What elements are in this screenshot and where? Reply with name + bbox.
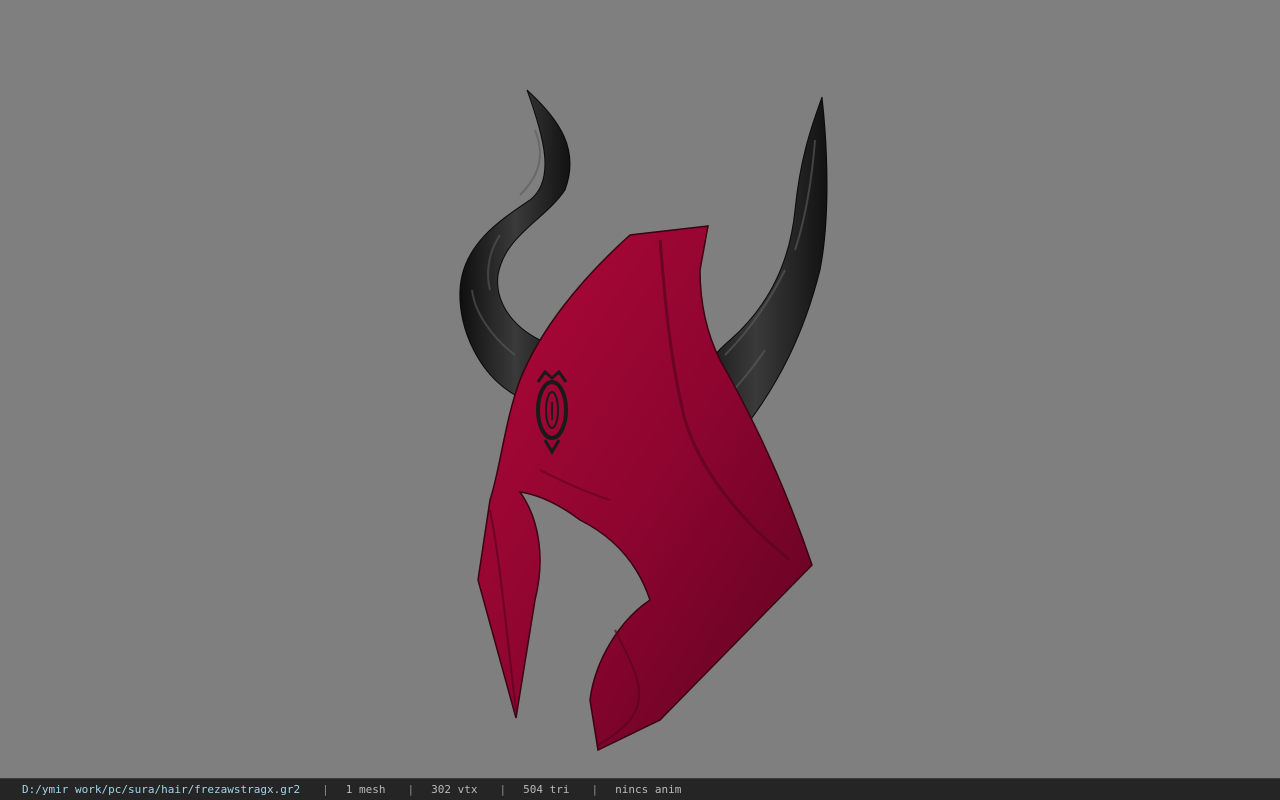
vertex-count: 302 vtx [431, 783, 478, 796]
status-bar: D:/ymir work/pc/sura/hair/frezawstragx.g… [0, 778, 1280, 800]
model-render [459, 89, 828, 752]
mesh-count: 1 mesh [345, 783, 386, 796]
3d-viewport[interactable] [0, 0, 1280, 778]
separator: | [591, 783, 599, 796]
separator: | [499, 783, 507, 796]
triangle-count: 504 tri [523, 783, 570, 796]
separator: | [322, 783, 329, 796]
separator: | [407, 783, 415, 796]
file-path: D:/ymir work/pc/sura/hair/frezawstragx.g… [22, 783, 301, 796]
animation-status: nincs anim [615, 783, 682, 796]
